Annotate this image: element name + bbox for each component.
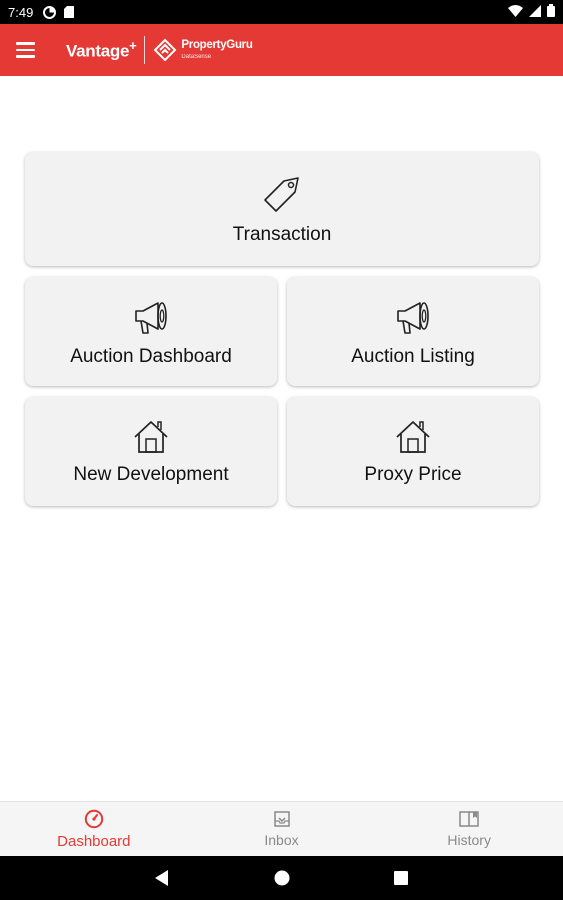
- data-saver-icon: [43, 5, 57, 19]
- nav-label-history: History: [447, 832, 491, 848]
- brand-vantage-text: Vantage+: [66, 38, 137, 61]
- auction-dashboard-label: Auction Dashboard: [70, 345, 232, 367]
- brand-partner-name: PropertyGuru: [181, 39, 253, 52]
- history-book-icon: [459, 811, 479, 827]
- proxy-price-label: Proxy Price: [364, 463, 462, 485]
- back-triangle-icon: [155, 870, 168, 886]
- nav-item-history[interactable]: History: [375, 802, 563, 856]
- nav-label-inbox: Inbox: [264, 832, 299, 848]
- back-button[interactable]: [155, 870, 169, 891]
- propertyguru-logo: PropertyGuru DataSense: [153, 38, 253, 62]
- new-development-tile[interactable]: New Development: [25, 397, 277, 506]
- hamburger-menu-icon[interactable]: [16, 37, 42, 63]
- signal-icon: [529, 4, 541, 20]
- app-bar: Vantage+ PropertyGuru DataSense: [0, 24, 563, 76]
- brand-partner-sub: DataSense: [181, 53, 212, 60]
- brand-divider: [144, 36, 146, 64]
- proxy-price-tile[interactable]: Proxy Price: [287, 397, 539, 506]
- auction-listing-tile[interactable]: Auction Listing: [287, 277, 539, 386]
- battery-icon: [547, 4, 555, 20]
- house-icon: [134, 420, 168, 453]
- transaction-tile[interactable]: Transaction: [25, 152, 539, 266]
- nav-label-dashboard: Dashboard: [57, 832, 131, 850]
- system-navigation-bar: [0, 856, 563, 900]
- megaphone-icon: [397, 301, 429, 334]
- transaction-label: Transaction: [232, 224, 332, 245]
- auction-listing-label: Auction Listing: [351, 345, 475, 367]
- bottom-navigation: Dashboard Inbox History: [0, 801, 563, 856]
- nav-item-dashboard[interactable]: Dashboard: [0, 802, 188, 856]
- home-circle-icon: [274, 870, 290, 886]
- sd-card-icon: [64, 6, 75, 18]
- inbox-icon: [273, 811, 290, 827]
- price-tag-icon: [264, 177, 299, 212]
- recents-square-icon: [394, 871, 408, 885]
- status-bar: 7:49: [0, 0, 563, 24]
- nav-item-inbox[interactable]: Inbox: [188, 802, 376, 856]
- auction-dashboard-tile[interactable]: Auction Dashboard: [25, 277, 277, 386]
- brand-logo: Vantage+ PropertyGuru DataSense: [66, 36, 253, 64]
- propertyguru-mark-icon: [153, 38, 177, 62]
- wifi-icon: [508, 4, 523, 20]
- new-development-label: New Development: [73, 463, 229, 485]
- status-time: 7:49: [8, 4, 34, 20]
- home-button[interactable]: [274, 870, 290, 891]
- megaphone-icon: [135, 301, 167, 334]
- recents-button[interactable]: [394, 871, 408, 890]
- dashboard-gauge-icon: [84, 809, 104, 828]
- house-icon: [396, 420, 430, 453]
